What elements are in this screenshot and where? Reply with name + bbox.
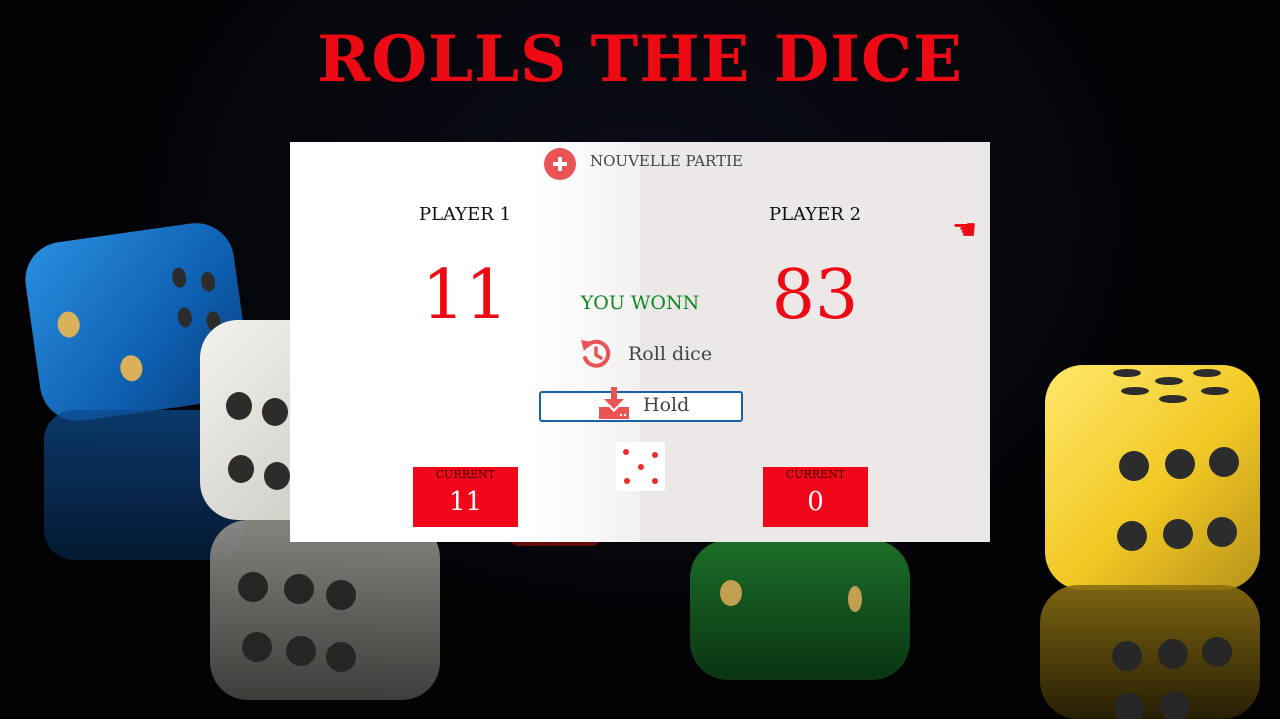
player-1-current-score: 11: [448, 487, 483, 517]
dice-face: [616, 442, 665, 491]
player-2-current-box: CURRENT 0: [763, 467, 868, 527]
pointing-hand-icon: ☚: [952, 213, 978, 246]
game-screen: ROLLS THE DICE PLAYER 1 11 CURRENT 11 PL…: [0, 0, 1280, 719]
hold-button[interactable]: Hold: [539, 387, 743, 422]
player-1-current-box: CURRENT 11: [413, 467, 518, 527]
dice-pip: [638, 464, 644, 470]
dice-pip: [624, 478, 630, 484]
roll-dice-button[interactable]: Roll dice: [578, 336, 712, 372]
player-2-name: PLAYER 2: [768, 204, 862, 225]
player-1-current-label: CURRENT: [435, 468, 496, 481]
new-game-label: NOUVELLE PARTIE: [590, 152, 743, 170]
win-message: YOU WONN: [580, 292, 700, 314]
roll-dice-label: Roll dice: [628, 343, 713, 365]
dice-pip: [652, 452, 658, 458]
new-game-button[interactable]: NOUVELLE PARTIE: [544, 148, 743, 180]
yellow-die-reflection: [1040, 585, 1260, 719]
dice-pip: [652, 478, 658, 484]
hold-label: Hold: [643, 394, 690, 416]
rotate-left-icon: [581, 339, 611, 368]
page-title: ROLLS THE DICE: [317, 22, 963, 97]
green-die-decoration: [690, 540, 910, 680]
dice-pip: [623, 449, 629, 455]
player-1-name: PLAYER 1: [418, 204, 512, 225]
player-2-current-score: 0: [807, 487, 824, 517]
player-2-current-label: CURRENT: [785, 468, 846, 481]
white-die-reflection: [210, 520, 440, 700]
yellow-die-decoration: [1045, 365, 1260, 590]
plus-circle-icon: [544, 148, 576, 180]
download-icon: [599, 387, 629, 419]
